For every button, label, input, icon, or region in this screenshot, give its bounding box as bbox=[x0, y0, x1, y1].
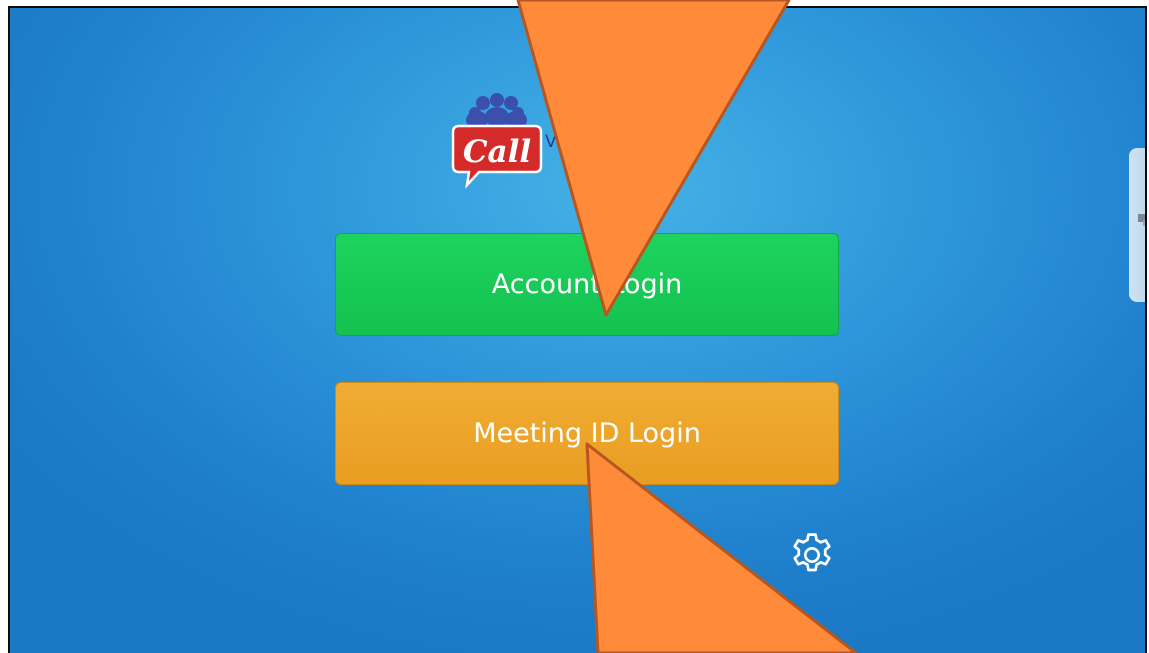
account-login-label: Account Login bbox=[491, 269, 683, 300]
app-window: Call V ce Account Login Meeting ID Login bbox=[8, 6, 1147, 653]
meeting-id-login-label: Meeting ID Login bbox=[473, 418, 701, 449]
logo-word: Call bbox=[463, 134, 531, 170]
call-people-logo-icon: Call bbox=[451, 93, 543, 189]
login-screen: Call V ce Account Login Meeting ID Login bbox=[10, 8, 1145, 653]
account-login-button[interactable]: Account Login bbox=[335, 233, 839, 336]
app-name: V ce bbox=[545, 132, 582, 152]
gear-icon[interactable] bbox=[787, 530, 837, 580]
handle-grip-icon-small bbox=[1143, 220, 1145, 226]
side-panel-handle[interactable] bbox=[1129, 148, 1145, 302]
meeting-id-login-button[interactable]: Meeting ID Login bbox=[335, 382, 839, 485]
app-logo: Call V ce bbox=[445, 92, 785, 192]
